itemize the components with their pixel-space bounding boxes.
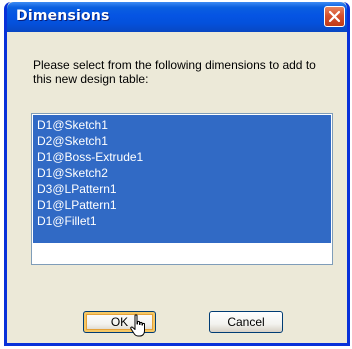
close-button[interactable] — [324, 6, 345, 27]
list-item[interactable]: D1@Boss-Extrude1 — [33, 149, 331, 165]
title-bar[interactable]: Dimensions — [7, 2, 347, 32]
list-item[interactable]: D1@Sketch1 — [33, 117, 331, 133]
dialog-title: Dimensions — [16, 8, 110, 24]
list-item[interactable]: D1@LPattern1 — [33, 197, 331, 213]
cancel-button[interactable]: Cancel — [209, 311, 283, 333]
instruction-text: Please select from the following dimensi… — [33, 58, 316, 86]
list-item[interactable]: D1@Fillet1 — [33, 213, 331, 229]
dimension-list-items: D1@Sketch1 D2@Sketch1 D1@Boss-Extrude1 D… — [33, 117, 331, 229]
list-item[interactable]: D2@Sketch1 — [33, 133, 331, 149]
dimensions-dialog: Dimensions Please select from the follow… — [4, 2, 350, 346]
dimension-listbox[interactable]: D1@Sketch1 D2@Sketch1 D1@Boss-Extrude1 D… — [31, 113, 333, 265]
list-item[interactable]: D1@Sketch2 — [33, 165, 331, 181]
ok-button[interactable]: OK — [83, 311, 156, 333]
list-item[interactable]: D3@LPattern1 — [33, 181, 331, 197]
